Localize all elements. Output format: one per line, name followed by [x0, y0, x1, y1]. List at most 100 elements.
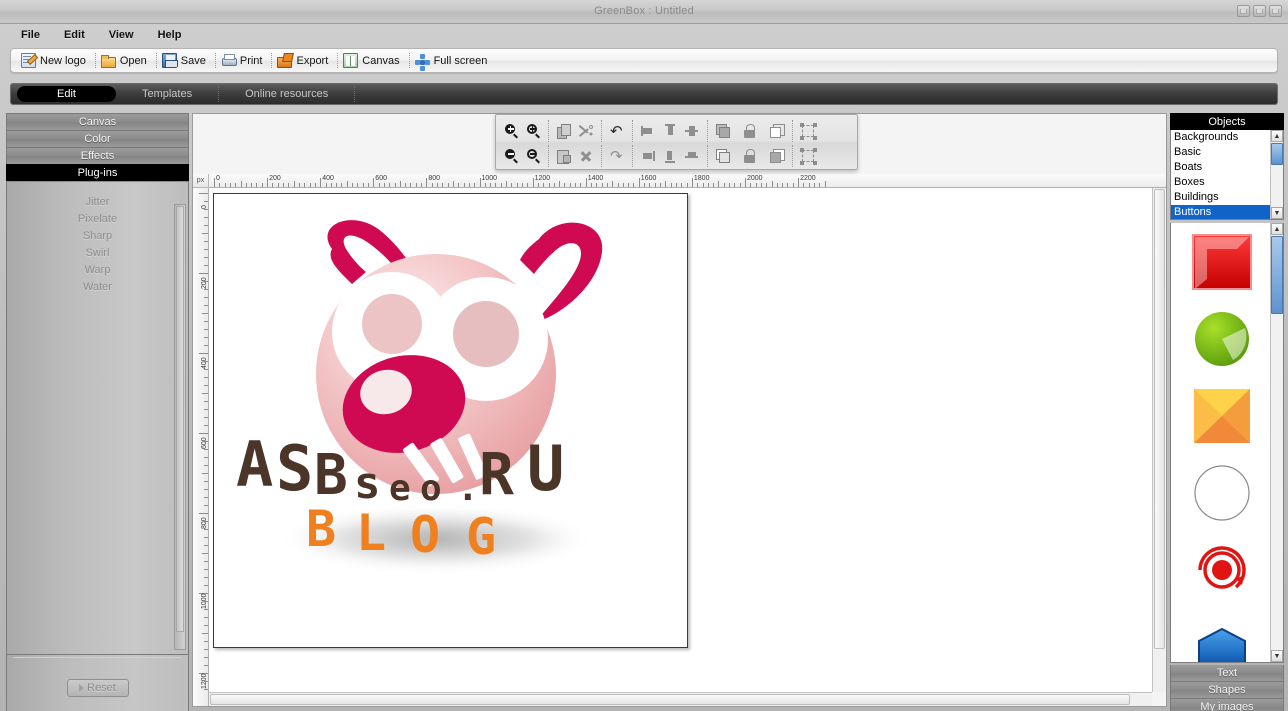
open-folder-icon	[101, 53, 116, 68]
align-top-button[interactable]	[659, 119, 681, 142]
layer-up-button[interactable]	[766, 119, 788, 142]
toolbar-full-screen-button[interactable]: Full screen	[411, 50, 496, 71]
menu-edit[interactable]: Edit	[53, 27, 96, 43]
center-vertical-button[interactable]	[681, 144, 703, 167]
left-section-canvas[interactable]: Canvas	[6, 113, 189, 130]
toolbar-open-button[interactable]: Open	[97, 50, 155, 71]
canvas-page[interactable]: A S B s e o . R U B L O	[213, 193, 688, 648]
tab-templates[interactable]: Templates	[116, 86, 219, 102]
toolbar-canvas-button[interactable]: Canvas	[339, 50, 407, 71]
plugins-scrollbar-thumb[interactable]	[176, 206, 184, 632]
category-boats[interactable]: Boats	[1171, 160, 1283, 175]
tab-online-resources[interactable]: Online resources	[219, 86, 355, 102]
delete-button[interactable]	[575, 144, 597, 167]
center-horizontal-button[interactable]	[681, 119, 703, 142]
toolbar-new-logo-button[interactable]: New logo	[17, 50, 94, 71]
toolbar-save-button[interactable]: Save	[158, 50, 214, 71]
logo-artwork[interactable]: A S B s e o . R U B L O	[214, 194, 689, 649]
object-grid-scrollbar-thumb[interactable]	[1271, 236, 1283, 314]
category-scrollbar-thumb[interactable]	[1271, 143, 1283, 165]
ruler-tick	[405, 183, 406, 187]
left-section-plugins[interactable]: Plug-ins	[6, 164, 189, 181]
object-white-circle-button[interactable]	[1171, 454, 1272, 531]
canvas-viewport[interactable]: A S B s e o . R U B L O	[209, 188, 1152, 692]
redo-button[interactable]: ↷	[606, 144, 628, 167]
align-left-button[interactable]	[637, 119, 659, 142]
zoom-actual-button[interactable]	[522, 119, 544, 142]
scroll-up-arrow-icon[interactable]: ▲	[1271, 130, 1283, 142]
grid-scroll-down-arrow-icon[interactable]: ▼	[1271, 650, 1283, 662]
toolbar-export-button[interactable]: Export	[273, 50, 336, 71]
zoom-in-button[interactable]	[500, 119, 522, 142]
plugin-item-sharp[interactable]: Sharp	[7, 228, 188, 245]
plugin-item-jitter[interactable]: Jitter	[7, 194, 188, 211]
close-button[interactable]	[1269, 5, 1282, 17]
toolbar-print-button[interactable]: Print	[217, 50, 271, 71]
category-list-scrollbar[interactable]: ▲ ▼	[1270, 130, 1283, 219]
ruler-tick	[235, 183, 236, 187]
layer-down-button[interactable]	[766, 144, 788, 167]
object-red-square-button[interactable]	[1171, 223, 1272, 300]
transform-handles-button[interactable]	[797, 144, 819, 167]
ruler-tick	[202, 393, 208, 394]
object-blue-hexagon-button[interactable]	[1171, 608, 1272, 663]
minimize-button[interactable]	[1237, 5, 1250, 17]
scroll-down-arrow-icon[interactable]: ▼	[1271, 207, 1283, 219]
right-tab-shapes[interactable]: Shapes	[1170, 682, 1284, 699]
canvas-horizontal-scrollbar[interactable]	[209, 692, 1152, 706]
plugin-item-pixelate[interactable]: Pixelate	[7, 211, 188, 228]
maximize-button[interactable]	[1253, 5, 1266, 17]
menu-view[interactable]: View	[98, 27, 145, 43]
grid-scroll-up-arrow-icon[interactable]: ▲	[1271, 223, 1283, 235]
plugin-item-water[interactable]: Water	[7, 279, 188, 296]
ruler-tick	[549, 183, 550, 187]
lock-button[interactable]	[739, 119, 761, 142]
object-thumbnail-grid[interactable]: ▲ ▼	[1170, 223, 1284, 663]
category-buildings[interactable]: Buildings	[1171, 190, 1283, 205]
ruler-tick	[204, 481, 208, 482]
left-section-color[interactable]: Color	[6, 130, 189, 147]
category-buttons[interactable]: Buttons	[1171, 205, 1283, 220]
reset-button[interactable]: Reset	[67, 679, 129, 697]
object-category-list[interactable]: Backgrounds Basic Boats Boxes Buildings …	[1170, 130, 1284, 220]
ruler-tick	[591, 183, 592, 187]
tab-edit[interactable]: Edit	[17, 86, 116, 102]
unlock-button[interactable]	[739, 144, 761, 167]
object-grid-scrollbar[interactable]: ▲ ▼	[1270, 223, 1283, 662]
align-bottom-button[interactable]	[659, 144, 681, 167]
align-right-button[interactable]	[637, 144, 659, 167]
object-red-target-button[interactable]	[1171, 531, 1272, 608]
send-backward-button[interactable]	[712, 144, 734, 167]
cut-button[interactable]	[575, 119, 597, 142]
undo-button[interactable]: ↶	[606, 119, 628, 142]
copy-button[interactable]	[553, 119, 575, 142]
zoom-out-dark-button[interactable]	[500, 144, 522, 167]
bring-forward-button[interactable]	[712, 119, 734, 142]
ruler-tick	[740, 183, 741, 187]
canvas-vertical-scrollbar[interactable]	[1152, 188, 1166, 692]
transform-button[interactable]	[797, 119, 819, 142]
float-separator	[632, 120, 633, 142]
left-section-effects[interactable]: Effects	[6, 147, 189, 164]
category-backgrounds[interactable]: Backgrounds	[1171, 130, 1283, 145]
category-boxes[interactable]: Boxes	[1171, 175, 1283, 190]
menu-help[interactable]: Help	[147, 27, 193, 43]
right-tab-my-images[interactable]: My images	[1170, 699, 1284, 711]
ruler-tick	[745, 178, 746, 187]
category-basic[interactable]: Basic	[1171, 145, 1283, 160]
zoom-out-button[interactable]	[522, 144, 544, 167]
right-tab-text[interactable]: Text	[1170, 665, 1284, 682]
plugins-scrollbar[interactable]	[174, 204, 186, 650]
canvas-horizontal-scrollbar-thumb[interactable]	[210, 694, 1130, 705]
object-orange-x-button[interactable]	[1171, 377, 1272, 454]
menu-file[interactable]: File	[10, 27, 51, 43]
plugin-item-warp[interactable]: Warp	[7, 262, 188, 279]
ruler-tick	[421, 183, 422, 187]
object-green-circle-button[interactable]	[1171, 300, 1272, 377]
canvas-vertical-scrollbar-thumb[interactable]	[1154, 189, 1165, 649]
paste-button[interactable]	[553, 144, 575, 167]
ruler-tick	[469, 183, 470, 187]
svg-text:S: S	[276, 432, 313, 505]
plugin-item-swirl[interactable]: Swirl	[7, 245, 188, 262]
ruler-tick	[304, 183, 305, 187]
